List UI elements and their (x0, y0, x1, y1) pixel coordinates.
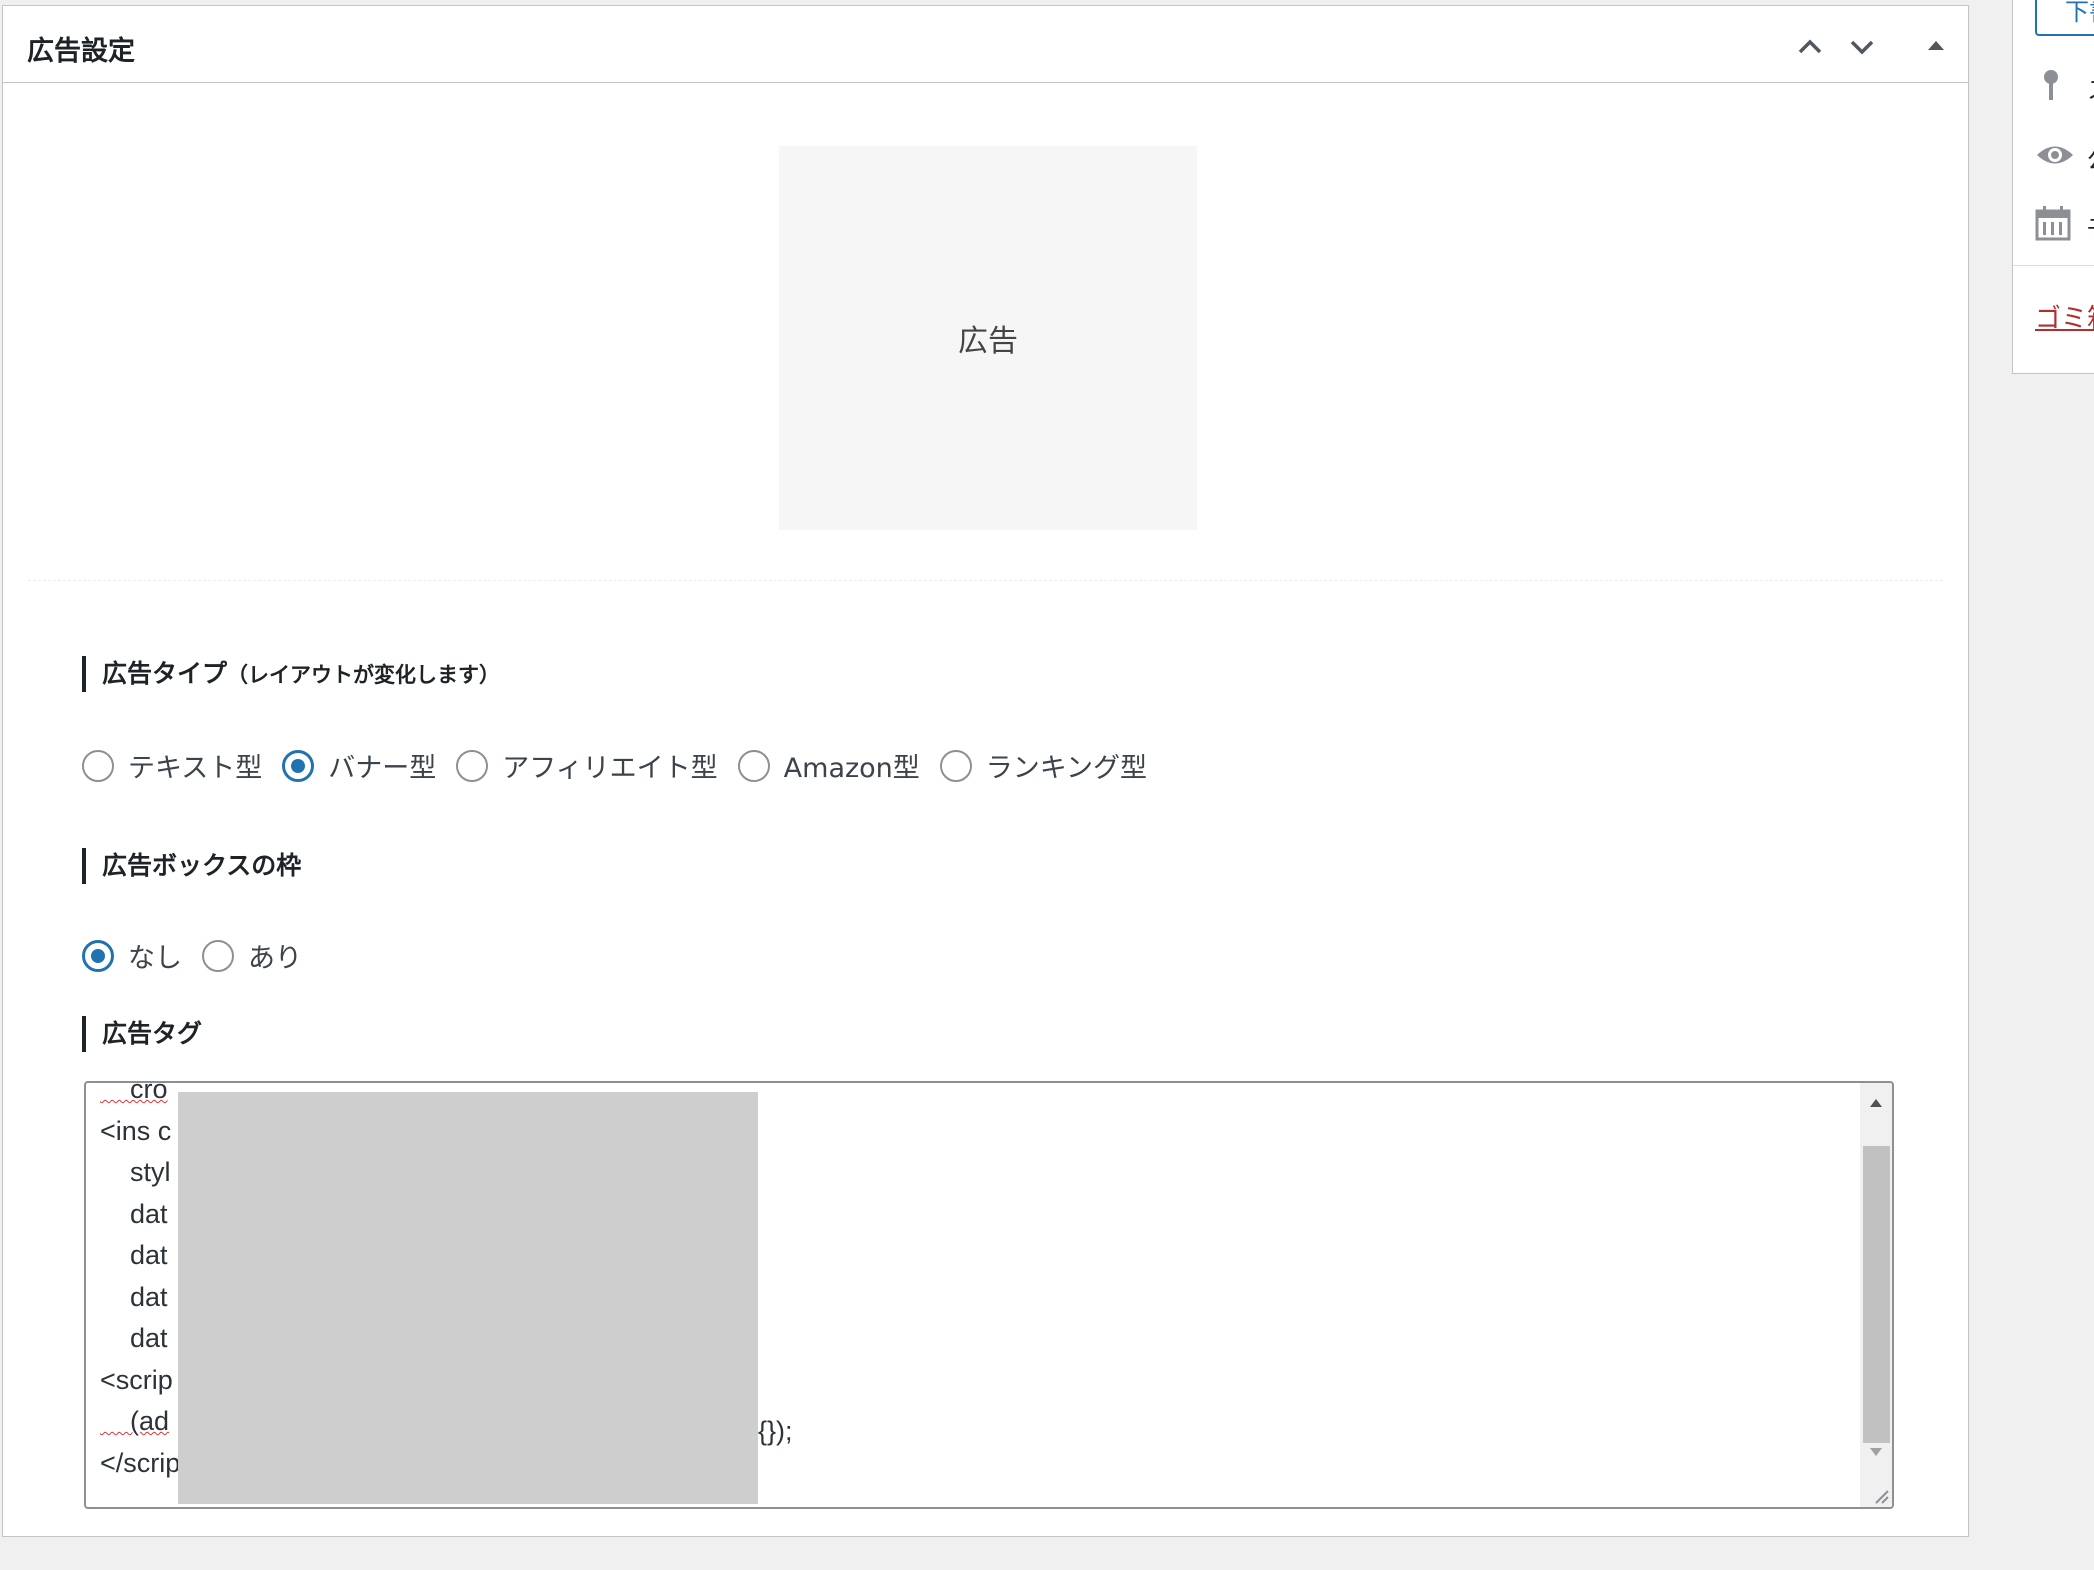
radio-label: Amazon型 (783, 753, 920, 784)
status-text: ス (2087, 70, 2094, 105)
code-line: <ins c (100, 1115, 172, 1146)
ad-type-option-amazon[interactable]: Amazon型 (737, 746, 920, 785)
ad-type-label: 広告タイプ (102, 659, 228, 688)
ad-type-option-affiliate[interactable]: アフィリエイト型 (456, 746, 718, 785)
radio-label: なし (128, 943, 182, 974)
resize-grip[interactable] (1870, 1485, 1890, 1505)
eye-icon (2035, 140, 2075, 174)
ad-type-heading: 広告タイプ（レイアウトが変化します） (82, 656, 500, 692)
publish-sidebar: 下書 ス 公 予 ゴミ箱 (2012, 0, 2094, 374)
redacted-area (178, 1092, 758, 1504)
visibility-text: 公 (2087, 140, 2094, 175)
triangle-down-icon (1870, 1448, 1882, 1456)
resize-handle-icon (1875, 1490, 1889, 1504)
radio-button[interactable] (82, 939, 114, 972)
metabox-header: 広告設定 (3, 6, 1968, 83)
move-to-trash-link[interactable]: ゴミ箱 (2035, 298, 2094, 335)
code-line: <scrip (100, 1364, 173, 1395)
scroll-up-button[interactable] (1860, 1088, 1892, 1118)
code-line: styl (100, 1157, 171, 1187)
calendar-icon (2035, 205, 2071, 245)
ad-border-option-none[interactable]: なし (82, 936, 182, 975)
radio-button[interactable] (282, 749, 315, 782)
pin-icon (2035, 68, 2067, 108)
radio-button[interactable] (737, 749, 770, 782)
radio-label: アフィリエイト型 (502, 753, 718, 784)
code-line: dat (100, 1281, 168, 1312)
divider (2013, 265, 2094, 266)
code-line-tail: {}); (758, 1416, 793, 1446)
ad-border-heading: 広告ボックスの枠 (82, 848, 301, 884)
triangle-up-icon (1870, 1099, 1882, 1107)
ad-type-radio-group: テキスト型 バナー型 アフィリエイト型 Amazon型 ランキング型 (82, 746, 1167, 785)
radio-label: バナー型 (328, 753, 437, 784)
ad-tag-textarea[interactable]: cro <ins c styl dat dat dat dat <scrip (… (84, 1081, 1894, 1509)
triangle-up-icon (1928, 41, 1944, 50)
ad-settings-metabox: 広告設定 広告 広告タイプ（レイアウトが変化します） テキスト型 バナー型 アフ… (2, 5, 1969, 1537)
textarea-scrollbar[interactable] (1860, 1083, 1892, 1507)
ad-type-option-banner[interactable]: バナー型 (282, 746, 436, 785)
code-line: (ad (100, 1406, 170, 1436)
schedule-text: 予 (2087, 210, 2094, 245)
chevron-up-icon (1798, 39, 1822, 54)
toggle-panel-button[interactable] (1916, 26, 1956, 66)
ad-preview-box: 広告 (779, 146, 1197, 530)
code-line: </scrip (100, 1447, 181, 1478)
code-line: dat (100, 1198, 168, 1229)
scrollbar-thumb[interactable] (1863, 1146, 1890, 1443)
ad-type-option-ranking[interactable]: ランキング型 (939, 746, 1147, 785)
radio-label: テキスト型 (128, 753, 263, 784)
ad-border-radio-group: なし あり (82, 936, 322, 975)
scroll-down-button[interactable] (1860, 1437, 1892, 1467)
ad-border-label: 広告ボックスの枠 (102, 851, 302, 880)
ad-preview-label: 広告 (958, 324, 1018, 359)
ad-tag-code: cro <ins c styl dat dat dat dat <scrip (… (100, 1081, 181, 1484)
radio-button[interactable] (82, 749, 114, 782)
ad-type-note: （レイアウトが変化します） (227, 663, 501, 687)
move-down-button[interactable] (1842, 26, 1882, 66)
move-up-button[interactable] (1790, 26, 1830, 66)
metabox-title: 広告設定 (27, 36, 135, 67)
radio-button[interactable] (456, 749, 489, 782)
code-line: dat (100, 1240, 168, 1270)
ad-tag-label: 広告タグ (102, 1019, 203, 1048)
ad-type-option-text[interactable]: テキスト型 (82, 746, 262, 785)
divider (28, 580, 1943, 581)
radio-label: ランキング型 (985, 753, 1147, 784)
radio-button[interactable] (939, 749, 972, 782)
ad-tag-heading: 広告タグ (82, 1016, 202, 1052)
radio-button[interactable] (202, 939, 234, 972)
ad-border-option-yes[interactable]: あり (202, 936, 302, 975)
code-line: cro (100, 1081, 168, 1104)
chevron-down-icon (1850, 40, 1874, 55)
code-line: dat (100, 1323, 168, 1353)
save-draft-button[interactable]: 下書 (2035, 0, 2094, 36)
radio-label: あり (248, 943, 302, 974)
